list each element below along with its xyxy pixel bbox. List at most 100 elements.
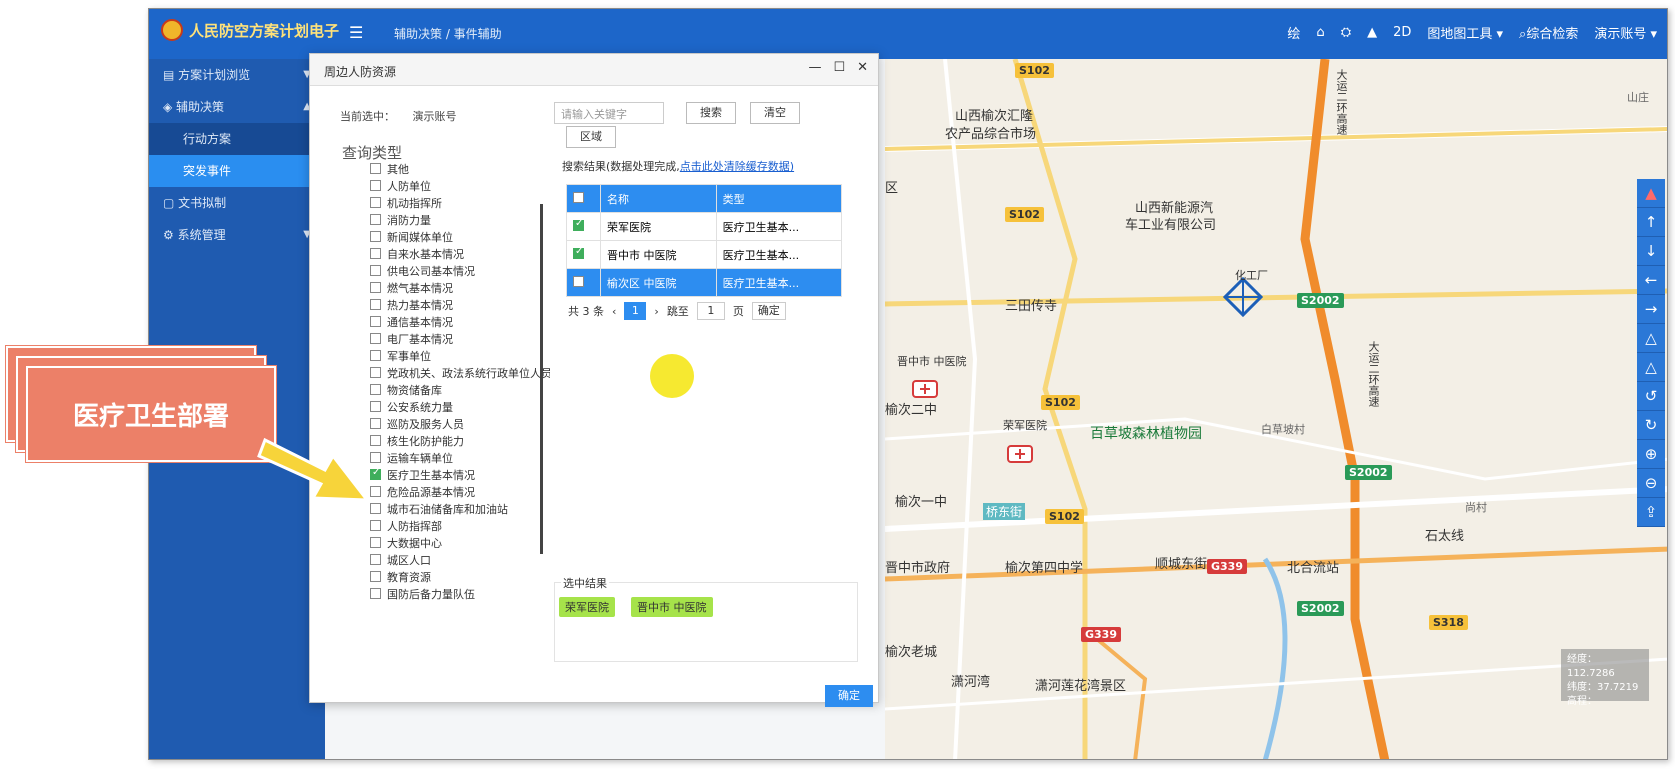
category-checkbox[interactable]: [370, 520, 381, 531]
category-item[interactable]: 人防单位: [370, 177, 550, 194]
category-checkbox[interactable]: [370, 265, 381, 276]
category-checkbox[interactable]: [370, 248, 381, 259]
category-item[interactable]: 消防力量: [370, 211, 550, 228]
table-row[interactable]: 榆次区 中医院 医疗卫生基本...: [566, 268, 843, 297]
row-checkbox[interactable]: [566, 212, 601, 241]
sidebar-item-emergency[interactable]: 突发事件: [149, 155, 325, 187]
category-item[interactable]: 危险品源基本情况: [370, 483, 550, 500]
search-button[interactable]: 搜索: [686, 102, 736, 124]
tilt-up-icon[interactable]: △: [1637, 324, 1665, 353]
compass-icon[interactable]: ▲: [1637, 179, 1665, 208]
category-item[interactable]: 军事单位: [370, 347, 550, 364]
category-item[interactable]: 自来水基本情况: [370, 245, 550, 262]
rotate-right-icon[interactable]: ↻: [1637, 411, 1665, 440]
goto-page-input[interactable]: 1: [696, 302, 725, 320]
category-item[interactable]: 通信基本情况: [370, 313, 550, 330]
tilt-down-icon[interactable]: △: [1637, 353, 1665, 382]
table-row[interactable]: 晋中市 中医院 医疗卫生基本...: [566, 240, 843, 269]
prev-page-icon[interactable]: ‹: [612, 305, 616, 318]
category-item[interactable]: 大数据中心: [370, 534, 550, 551]
category-checkbox[interactable]: [370, 367, 381, 378]
category-checkbox[interactable]: [370, 214, 381, 225]
category-checkbox[interactable]: [370, 401, 381, 412]
category-item[interactable]: 供电公司基本情况: [370, 262, 550, 279]
category-item[interactable]: 城区人口: [370, 551, 550, 568]
next-page-icon[interactable]: ›: [654, 305, 658, 318]
row-checkbox[interactable]: [566, 268, 601, 297]
category-item[interactable]: 热力基本情况: [370, 296, 550, 313]
category-item[interactable]: 城市石油储备库和加油站: [370, 500, 550, 517]
clear-button[interactable]: 清空: [750, 102, 800, 124]
home-icon[interactable]: ⌂: [1316, 25, 1324, 40]
sidebar-item-plans[interactable]: ▤ 方案计划浏览 ▼: [149, 59, 325, 91]
close-icon[interactable]: ✕: [857, 60, 868, 75]
category-checkbox[interactable]: [370, 571, 381, 582]
category-item[interactable]: 新闻媒体单位: [370, 228, 550, 245]
zoom-out-icon[interactable]: ⊖: [1637, 469, 1665, 498]
callout-text: 医疗卫生部署: [72, 401, 229, 432]
arrow-right-icon[interactable]: →: [1637, 295, 1665, 324]
draw-button[interactable]: 绘: [1287, 23, 1300, 42]
category-checkbox[interactable]: [370, 316, 381, 327]
category-checkbox[interactable]: [370, 163, 381, 174]
category-item[interactable]: 教育资源: [370, 568, 550, 585]
view-2d-button[interactable]: 2D: [1393, 25, 1411, 40]
category-item[interactable]: 医疗卫生基本情况: [370, 466, 550, 483]
select-all-cell[interactable]: [566, 184, 601, 213]
category-checkbox[interactable]: [370, 554, 381, 565]
globe-icon[interactable]: ⛭: [1341, 25, 1351, 40]
area-button[interactable]: 区域: [566, 126, 616, 148]
selected-tag[interactable]: 晋中市 中医院: [631, 597, 713, 617]
category-scrollbar[interactable]: [540, 204, 543, 554]
hamburger-icon[interactable]: ☰: [349, 23, 363, 42]
selected-tag[interactable]: 荣军医院: [559, 597, 615, 617]
category-checkbox[interactable]: [370, 180, 381, 191]
category-item[interactable]: 人防指挥部: [370, 517, 550, 534]
category-checkbox[interactable]: [370, 197, 381, 208]
map-view[interactable]: 山西榆次汇隆 农产品综合市场 山西新能源汽 车工业有限公司 化工厂 三田传寺 晋…: [885, 59, 1667, 759]
category-item[interactable]: 公安系统力量: [370, 398, 550, 415]
category-checkbox[interactable]: [370, 537, 381, 548]
locate-icon[interactable]: ⇪: [1637, 498, 1665, 527]
minimize-icon[interactable]: —: [808, 60, 821, 75]
category-item[interactable]: 运输车辆单位: [370, 449, 550, 466]
maximize-icon[interactable]: ☐: [833, 60, 845, 75]
table-row[interactable]: 荣军医院 医疗卫生基本...: [566, 212, 843, 241]
category-item[interactable]: 其他: [370, 160, 550, 177]
account-menu[interactable]: 演示账号 ▾: [1594, 23, 1657, 42]
category-checkbox[interactable]: [370, 350, 381, 361]
category-item[interactable]: 核生化防护能力: [370, 432, 550, 449]
category-checkbox[interactable]: [370, 333, 381, 344]
sidebar-item-action-plan[interactable]: 行动方案: [149, 123, 325, 155]
dialog-confirm-button[interactable]: 确定: [825, 685, 873, 707]
zoom-in-icon[interactable]: ⊕: [1637, 440, 1665, 469]
row-checkbox[interactable]: [566, 240, 601, 269]
category-item[interactable]: 巡防及服务人员: [370, 415, 550, 432]
sidebar-item-system[interactable]: ⚙ 系统管理 ▼: [149, 219, 325, 251]
terrain-icon[interactable]: ▲: [1367, 25, 1377, 40]
arrow-left-icon[interactable]: ←: [1637, 266, 1665, 295]
category-item[interactable]: 电厂基本情况: [370, 330, 550, 347]
category-item[interactable]: 机动指挥所: [370, 194, 550, 211]
sidebar-item-documents[interactable]: ▢ 文书拟制: [149, 187, 325, 219]
search-link[interactable]: ⌕综合检索: [1519, 23, 1578, 42]
category-item[interactable]: 国防后备力量队伍: [370, 585, 550, 602]
category-item[interactable]: 物资储备库: [370, 381, 550, 398]
clear-cache-link[interactable]: 点击此处清除缓存数据): [680, 160, 794, 173]
category-checkbox[interactable]: [370, 231, 381, 242]
arrow-down-icon[interactable]: ↓: [1637, 237, 1665, 266]
keyword-input[interactable]: 请输入关键字: [554, 102, 664, 124]
arrow-up-icon[interactable]: ↑: [1637, 208, 1665, 237]
category-checkbox[interactable]: [370, 299, 381, 310]
current-page[interactable]: 1: [624, 302, 647, 320]
category-checkbox[interactable]: [370, 282, 381, 293]
map-label: 大运二环高速: [1335, 69, 1348, 135]
sidebar-item-decision[interactable]: ◈ 辅助决策 ▲: [149, 91, 325, 123]
map-tools-menu[interactable]: 图地图工具 ▾: [1427, 23, 1503, 42]
category-item[interactable]: 燃气基本情况: [370, 279, 550, 296]
category-checkbox[interactable]: [370, 588, 381, 599]
category-item[interactable]: 党政机关、政法系统行政单位人员: [370, 364, 550, 381]
category-checkbox[interactable]: [370, 384, 381, 395]
rotate-left-icon[interactable]: ↺: [1637, 382, 1665, 411]
goto-confirm-button[interactable]: 确定: [751, 302, 786, 320]
